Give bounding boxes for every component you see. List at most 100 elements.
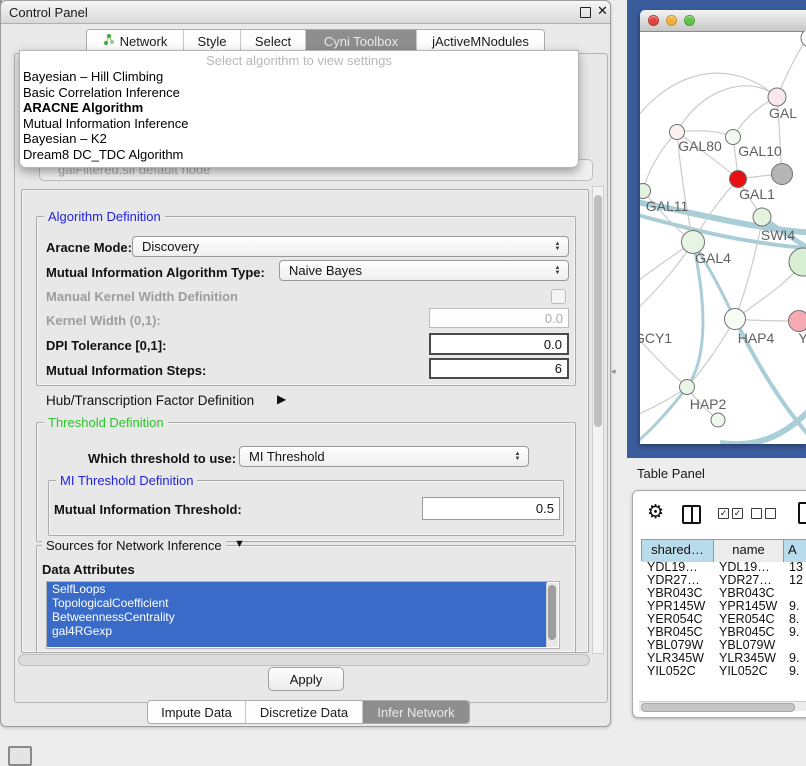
attribute-item-selected[interactable]: TopologicalCoefficient — [47, 596, 547, 610]
network-view-window[interactable]: GALGAL80GAL10GAL1GAL11SWI4GAL4GCY1HAP4YH… — [640, 10, 806, 444]
mi-type-value: Naive Bayes — [289, 263, 362, 278]
data-attributes-list[interactable]: SelfLoops TopologicalCoefficient Between… — [46, 581, 560, 649]
close-window-icon[interactable]: ✕ — [597, 3, 608, 19]
node-label: SWI4 — [761, 227, 795, 243]
settings-horizontal-scrollbar[interactable] — [18, 654, 590, 666]
network-node[interactable] — [801, 31, 806, 47]
select-all-checks-icon[interactable] — [718, 508, 743, 519]
tab-discretize-data[interactable]: Discretize Data — [246, 701, 363, 723]
table-row[interactable]: YBR045CYBR045C9. — [641, 626, 806, 639]
network-edge[interactable] — [640, 242, 693, 321]
settings-vscroll-thumb[interactable] — [594, 195, 602, 427]
zoom-traffic-light-icon[interactable] — [684, 15, 695, 26]
table-cell: YLR345W — [641, 652, 713, 665]
table-row[interactable]: YDR27…YDR27…12 — [641, 574, 806, 587]
columns-icon[interactable] — [682, 505, 701, 524]
tab-network[interactable]: Network — [87, 30, 184, 52]
control-panel-titlebar[interactable]: Control Panel ✕ — [1, 1, 610, 24]
table-row[interactable]: YIL052CYIL052C9. — [641, 665, 806, 677]
network-edge[interactable] — [677, 86, 777, 132]
algorithm-dropdown-popup: Select algorithm to view settings Bayesi… — [19, 50, 579, 168]
network-edge[interactable] — [735, 221, 762, 319]
dropdown-item[interactable]: Mutual Information Inference — [20, 116, 578, 132]
settings-vertical-scrollbar[interactable] — [592, 186, 604, 654]
collapse-down-icon[interactable]: ▼ — [234, 538, 245, 550]
attribute-item-partial[interactable] — [47, 638, 547, 647]
network-node[interactable] — [768, 88, 786, 106]
attribute-item-selected[interactable]: SelfLoops — [47, 582, 547, 596]
export-table-icon[interactable] — [798, 502, 806, 524]
which-threshold-value: MI Threshold — [249, 449, 325, 464]
gear-icon[interactable]: ⚙ — [647, 503, 664, 522]
close-traffic-light-icon[interactable] — [648, 15, 659, 26]
dpi-tolerance-input[interactable]: 0.0 — [429, 333, 569, 355]
table-hscroll-thumb[interactable] — [641, 703, 795, 712]
aracne-mode-combo[interactable]: Discovery — [132, 236, 569, 257]
dropdown-item-selected[interactable]: ARACNE Algorithm — [20, 100, 578, 116]
network-edge[interactable] — [640, 387, 687, 417]
bottom-left-partial-icon[interactable] — [8, 746, 32, 766]
mi-type-combo[interactable]: Naive Bayes — [279, 260, 569, 281]
list-scrollbar[interactable] — [546, 583, 558, 647]
tab-infer-network[interactable]: Infer Network — [363, 701, 469, 723]
network-edge[interactable] — [640, 73, 777, 127]
tab-jactivemnodules[interactable]: jActiveMNodules — [417, 30, 544, 52]
restore-window-icon[interactable] — [580, 7, 591, 18]
network-node[interactable] — [725, 309, 746, 330]
mi-threshold-input[interactable]: 0.5 — [422, 497, 560, 520]
manual-kernel-checkbox[interactable] — [551, 289, 566, 304]
network-canvas-svg[interactable]: GALGAL80GAL10GAL1GAL11SWI4GAL4GCY1HAP4YH… — [640, 31, 806, 444]
tab-style[interactable]: Style — [184, 30, 241, 52]
deselect-all-checks-icon[interactable] — [751, 508, 776, 519]
network-node[interactable] — [789, 248, 806, 276]
dropdown-item[interactable]: Bayesian – Hill Climbing — [20, 69, 578, 85]
apply-button[interactable]: Apply — [268, 667, 344, 691]
table-row[interactable]: YER054CYER054C8. — [641, 613, 806, 626]
network-edge[interactable] — [677, 131, 733, 137]
network-node[interactable] — [772, 164, 793, 185]
table-horizontal-scrollbar[interactable] — [639, 701, 806, 711]
table-cell: YER054C — [641, 613, 713, 626]
table-row[interactable]: YPR145WYPR145W9. — [641, 600, 806, 613]
network-node[interactable] — [640, 184, 651, 199]
network-node[interactable] — [753, 208, 771, 226]
tab-impute-data[interactable]: Impute Data — [148, 701, 246, 723]
table-row[interactable]: YLR345WYLR345W9. — [641, 652, 806, 665]
attribute-item-selected[interactable]: BetweennessCentrality — [47, 610, 547, 624]
table-row[interactable]: YBR043CYBR043C — [641, 587, 806, 600]
kernel-width-input[interactable]: 0.0 — [429, 308, 569, 328]
network-window-titlebar[interactable] — [640, 10, 806, 32]
network-node[interactable] — [711, 413, 725, 427]
table-cell: 9. — [783, 652, 806, 665]
dropdown-item[interactable]: Dream8 DC_TDC Algorithm — [20, 147, 578, 163]
which-threshold-combo[interactable]: MI Threshold — [239, 446, 529, 467]
table-row[interactable]: YBL079WYBL079W — [641, 639, 806, 652]
table-cell: 9. — [783, 626, 806, 639]
network-edge[interactable] — [720, 403, 806, 444]
network-edge[interactable] — [643, 132, 677, 191]
network-node[interactable] — [789, 311, 806, 332]
attribute-item-selected[interactable]: gal4RGexp — [47, 624, 547, 638]
table-cell — [783, 587, 806, 600]
tab-select[interactable]: Select — [241, 30, 306, 52]
expand-right-icon[interactable]: ▶ — [277, 392, 286, 406]
network-edge[interactable] — [777, 37, 806, 97]
column-header-name[interactable]: name — [714, 540, 784, 562]
dpi-tolerance-label: DPI Tolerance [0,1]: — [46, 338, 166, 353]
dropdown-item[interactable]: Bayesian – K2 — [20, 131, 578, 147]
table-row[interactable]: YDL19…YDL19…13 — [641, 561, 806, 574]
mi-threshold-group-title: MI Threshold Definition — [56, 473, 197, 488]
table-cell: YIL052C — [713, 665, 783, 677]
column-header-clipped[interactable]: A — [784, 540, 806, 562]
panel-collapse-arrow-icon[interactable]: ◂ — [611, 366, 616, 377]
network-node[interactable] — [680, 380, 695, 395]
network-node[interactable] — [730, 171, 747, 188]
hub-definition-label[interactable]: Hub/Transcription Factor Definition — [46, 393, 254, 408]
mi-steps-input[interactable]: 6 — [429, 358, 569, 379]
column-header-shared-name[interactable]: shared… — [642, 540, 714, 562]
tab-cyni-toolbox[interactable]: Cyni Toolbox — [306, 30, 417, 52]
minimize-traffic-light-icon[interactable] — [666, 15, 677, 26]
dropdown-item[interactable]: Basic Correlation Inference — [20, 85, 578, 101]
list-scrollbar-thumb[interactable] — [548, 585, 556, 640]
aracne-mode-value: Discovery — [142, 239, 199, 254]
